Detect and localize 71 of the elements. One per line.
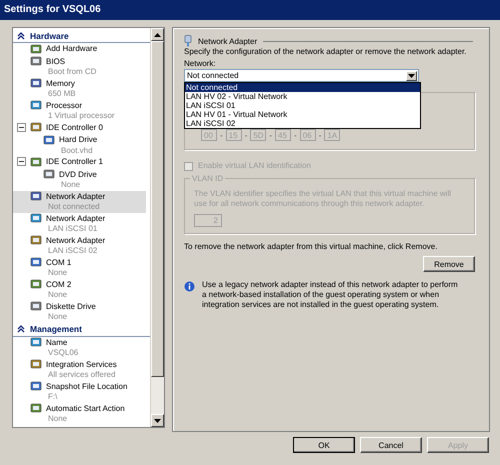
tree-item[interactable]: Network Adapter LAN iSCSI 01 <box>13 212 146 234</box>
tree-item[interactable]: Network Adapter LAN iSCSI 02 <box>13 234 146 256</box>
tree-item[interactable]: IDE Controller 0 <box>13 122 146 134</box>
separator-dash: - <box>244 130 248 140</box>
tree-item[interactable]: COM 1 None <box>13 256 146 278</box>
collapse-icon[interactable] <box>17 32 25 40</box>
device-icon <box>30 190 42 202</box>
network-dropdown[interactable]: Not connected <box>184 69 419 82</box>
info-icon <box>184 281 195 292</box>
device-icon <box>30 156 42 168</box>
device-icon <box>30 380 42 392</box>
dropdown-option[interactable]: LAN HV 01 - Virtual Network <box>185 110 420 119</box>
window-title: Settings for VSQL06 <box>0 0 500 20</box>
scrollbar[interactable] <box>150 28 164 427</box>
dropdown-option[interactable]: Not connected <box>185 83 420 92</box>
tree-item[interactable]: IDE Controller 1 <box>13 156 146 168</box>
device-icon <box>30 300 42 312</box>
device-icon <box>30 234 42 246</box>
network-adapter-icon <box>184 35 192 47</box>
tree-item[interactable]: Snapshot File Location F:\ <box>13 380 146 402</box>
tree-item[interactable]: Automatic Start Action None <box>13 402 146 424</box>
device-icon <box>43 134 55 146</box>
scroll-up-icon[interactable] <box>154 32 161 36</box>
tree-item[interactable]: DVD Drive None <box>13 168 146 190</box>
dialog-button[interactable]: Cancel <box>360 437 422 453</box>
remove-instructions: To remove the network adapter from this virtual machine, click Remove. <box>184 242 438 252</box>
vlan-description: The VLAN identifier specifies the virtual LAN that this virtual machine will use for all network communications through this network adapter. <box>194 189 452 209</box>
device-icon <box>30 256 42 268</box>
tree-item[interactable]: Processor 1 Virtual processor <box>13 100 146 122</box>
remove-button[interactable]: Remove <box>423 256 475 272</box>
device-icon <box>30 42 42 55</box>
section-heading: Management <box>30 324 82 334</box>
dropdown-option[interactable]: LAN iSCSI 01 <box>185 101 420 110</box>
separator-dash: - <box>269 130 272 140</box>
device-icon <box>30 212 42 224</box>
tree-item[interactable]: Hard Drive Boot.vhd <box>13 134 146 156</box>
group-title: VLAN ID <box>190 174 226 183</box>
device-icon <box>30 55 42 68</box>
expander-icon[interactable] <box>17 122 26 132</box>
device-icon <box>30 402 42 414</box>
device-icon <box>30 121 42 134</box>
info-text: Use a legacy network adapter instead of this network adapter to perform a network-based installation of the guest operating system or when integration services are not installed in the guest operating system. <box>202 280 459 310</box>
separator-dash: - <box>220 130 223 140</box>
dropdown-arrow-icon[interactable] <box>408 74 415 78</box>
device-icon <box>30 278 42 290</box>
tree-item[interactable]: Memory 650 MB <box>13 78 146 100</box>
network-label: Network: <box>184 59 217 69</box>
panel-description: Specify the configuration of the network adapter or remove the network adapter. <box>184 47 468 57</box>
dialog-button[interactable]: OK <box>293 437 355 453</box>
device-icon <box>43 168 55 180</box>
checkbox-label: Enable virtual LAN identification <box>198 161 311 171</box>
tree-item[interactable]: Name VSQL06 <box>13 336 146 358</box>
expander-icon[interactable] <box>17 157 26 166</box>
separator-dash: - <box>318 130 322 140</box>
tree-item[interactable]: COM 2 None <box>13 278 146 300</box>
device-icon <box>30 77 42 90</box>
scroll-down-icon[interactable] <box>154 418 161 422</box>
device-icon <box>30 336 42 348</box>
panel-heading: Network Adapter <box>198 36 258 46</box>
tree-item[interactable]: Add Hardware <box>13 43 146 56</box>
tree-item[interactable]: BIOS Boot from CD <box>13 56 146 78</box>
device-icon <box>30 358 42 370</box>
dropdown-option[interactable]: LAN iSCSI 02 <box>185 119 420 128</box>
tree-item[interactable]: Diskette Drive None <box>13 300 146 322</box>
dropdown-option[interactable]: LAN HV 02 - Virtual Network <box>185 92 420 101</box>
device-icon <box>30 99 42 112</box>
separator-dash: - <box>294 130 297 140</box>
tree-item[interactable]: Integration Services All services offered <box>13 358 146 380</box>
section-heading: Hardware <box>30 30 69 40</box>
collapse-icon[interactable] <box>17 325 25 333</box>
tree-item[interactable]: Network Adapter Not connected <box>13 190 146 212</box>
